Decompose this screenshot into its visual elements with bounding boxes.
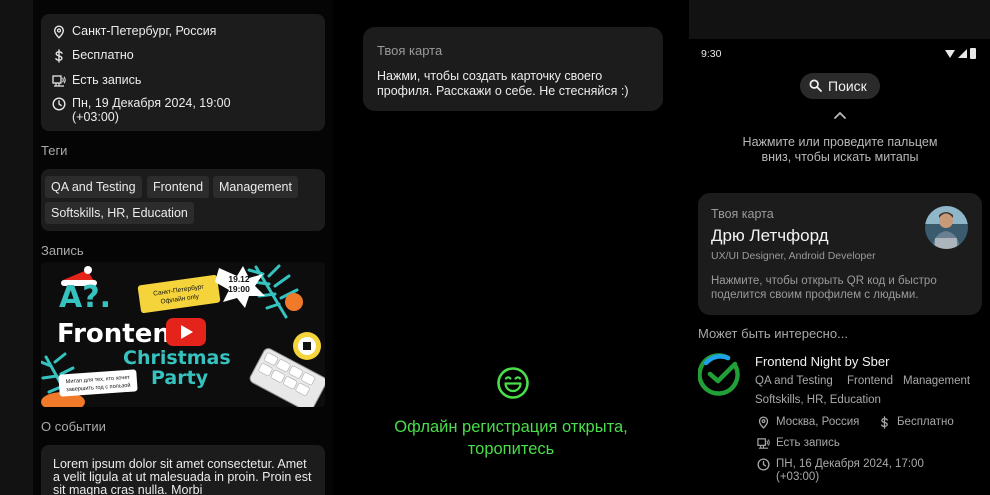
tag-chip[interactable]: Frontend bbox=[147, 176, 210, 198]
price-row: Бесплатно bbox=[52, 48, 134, 63]
svg-text:A?.: A?. bbox=[59, 280, 111, 315]
recording-text: Есть запись bbox=[72, 73, 142, 87]
card-prompt-text: Нажми, чтобы создать карточку своего про… bbox=[377, 69, 629, 98]
youtube-play-icon[interactable] bbox=[166, 318, 206, 346]
recording-title: Запись bbox=[41, 243, 84, 258]
card-prompt-title: Твоя карта bbox=[377, 43, 443, 58]
tags-title: Теги bbox=[41, 143, 68, 158]
create-card-button[interactable]: Твоя карта Нажми, чтобы создать карточку… bbox=[363, 27, 663, 111]
svg-text:19:00: 19:00 bbox=[228, 284, 250, 294]
ornament-decoration bbox=[285, 293, 303, 311]
dollar-icon bbox=[880, 416, 888, 429]
dollar-icon bbox=[55, 49, 63, 63]
location-pin-icon bbox=[758, 416, 769, 429]
tag-chip[interactable]: QA and Testing bbox=[45, 176, 142, 198]
chevron-up-icon[interactable] bbox=[833, 110, 847, 120]
profile-role: UX/UI Designer, Android Developer bbox=[711, 250, 876, 262]
phone-screen: 9:30 Поиск Нажмите или проведите пальцем… bbox=[689, 39, 990, 495]
search-button[interactable]: Поиск bbox=[800, 73, 880, 99]
event-info-card: Санкт-Петербург, Россия Бесплатно Есть з… bbox=[41, 14, 325, 131]
search-icon bbox=[809, 79, 822, 92]
search-label: Поиск bbox=[828, 78, 867, 94]
recording-row: Есть запись bbox=[52, 73, 141, 88]
clock-icon bbox=[757, 458, 770, 471]
event-price: Бесплатно bbox=[897, 416, 954, 428]
about-title: О событии bbox=[41, 419, 106, 434]
about-text: Lorem ipsum dolor sit amet consectetur. … bbox=[53, 457, 312, 495]
datetime-text: Пн, 19 Декабря 2024, 19:00 (+03:00) bbox=[72, 96, 231, 124]
event-recording-row: Есть запись bbox=[757, 437, 840, 450]
event-tag: QA and Testing bbox=[755, 375, 833, 387]
tags-card: QA and Testing Frontend Management Softs… bbox=[41, 169, 325, 231]
svg-text:Party: Party bbox=[151, 367, 209, 389]
location-text: Санкт-Петербург, Россия bbox=[72, 24, 217, 38]
svg-text:19.12: 19.12 bbox=[228, 274, 250, 284]
event-datetime-row: ПН, 16 Декабря 2024, 17:00 (+03:00) bbox=[757, 458, 924, 484]
profile-card-hint: Нажмите, чтобы открыть QR код и быстро п… bbox=[711, 275, 937, 301]
tag-chip[interactable]: Management bbox=[213, 176, 298, 198]
event-datetime: ПН, 16 Декабря 2024, 17:00 (+03:00) bbox=[776, 458, 924, 483]
sber-logo-icon bbox=[698, 353, 740, 396]
pull-down-hint: Нажмите или проведите пальцем вниз, чтоб… bbox=[742, 135, 938, 164]
video-banner[interactable]: Санкт-Петербург Офлайн only 19.12 19:00 … bbox=[41, 262, 325, 407]
recommendations-title: Может быть интересно... bbox=[698, 326, 848, 341]
recording-icon bbox=[757, 438, 770, 449]
status-time: 9:30 bbox=[701, 48, 722, 60]
profile-card-label: Твоя карта bbox=[711, 207, 774, 221]
datetime-row: Пн, 19 Декабря 2024, 19:00 (+03:00) bbox=[52, 96, 231, 124]
event-location: Москва, Россия bbox=[776, 416, 860, 428]
svg-text:Christmas: Christmas bbox=[123, 347, 231, 369]
event-tag: Frontend bbox=[847, 375, 894, 387]
event-recording: Есть запись bbox=[776, 437, 840, 449]
battery-icon bbox=[970, 48, 976, 59]
profile-name: Дрю Летчфорд bbox=[711, 226, 829, 245]
offline-registration-text: Офлайн регистрация открыта, торопитесь bbox=[394, 418, 628, 458]
tag-chip[interactable]: Softskills, HR, Education bbox=[45, 202, 194, 224]
clock-icon bbox=[52, 97, 66, 111]
recording-icon bbox=[52, 75, 66, 87]
event-details-panel: Санкт-Петербург, Россия Бесплатно Есть з… bbox=[33, 0, 333, 495]
price-text: Бесплатно bbox=[72, 48, 134, 62]
event-location-row: Москва, Россия bbox=[757, 416, 859, 429]
event-price-row: Бесплатно bbox=[878, 416, 954, 429]
event-tag: Management bbox=[903, 375, 971, 387]
registration-panel: Твоя карта Нажми, чтобы создать карточку… bbox=[333, 0, 689, 495]
profile-card[interactable]: Твоя карта Дрю Летчфорд UX/UI Designer, … bbox=[698, 193, 982, 315]
event-tag: Softskills, HR, Education bbox=[755, 394, 881, 406]
banner-artwork: Санкт-Петербург Офлайн only 19.12 19:00 … bbox=[41, 262, 325, 407]
status-icons bbox=[945, 48, 976, 59]
signal-icon bbox=[958, 49, 967, 58]
event-title[interactable]: Frontend Night by Sber bbox=[755, 354, 889, 369]
smile-icon bbox=[497, 367, 529, 399]
avatar bbox=[925, 206, 968, 249]
location-row: Санкт-Петербург, Россия bbox=[52, 24, 216, 39]
wifi-icon bbox=[945, 50, 955, 58]
location-pin-icon bbox=[53, 25, 65, 39]
about-card: Lorem ipsum dolor sit amet consectetur. … bbox=[41, 445, 325, 495]
